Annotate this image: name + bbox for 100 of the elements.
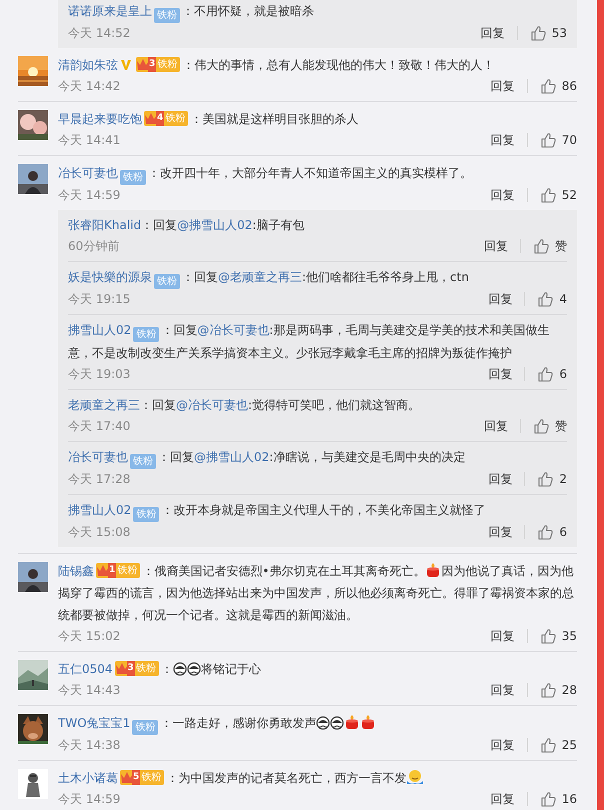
username-link[interactable]: 拂雪山人02 <box>68 503 132 517</box>
comment-text: 拂雪山人02 铁粉 ：回复@冶长可妻也:那是两码事，毛周与美建交是学美的技术和美国做生意，不是改制改变生产关系学搞资本主义。少张冠李戴拿毛主席的招牌为叛徒作掩护 <box>68 322 550 362</box>
reply-link[interactable]: 回复 <box>490 79 528 93</box>
username-link[interactable]: 拂雪山人02 <box>68 323 132 337</box>
like-count: 52 <box>562 187 577 204</box>
reply-link[interactable]: 回复 <box>488 472 526 486</box>
reply-link[interactable]: 回复 <box>480 26 518 40</box>
username-link[interactable]: 陆锡鑫 <box>58 564 94 578</box>
thumbs-up-icon <box>537 291 554 307</box>
like-button[interactable]: 6 <box>525 364 567 384</box>
reply-link[interactable]: 回复 <box>490 738 528 752</box>
username-link[interactable]: 土木小诸葛 <box>58 771 118 785</box>
like-button[interactable]: 16 <box>528 789 577 809</box>
mention-link[interactable]: @拂雪山人02 <box>177 218 252 232</box>
reply-link[interactable]: 回复 <box>484 419 521 433</box>
reply-link[interactable]: 回复 <box>488 367 526 381</box>
mention-link[interactable]: @拂雪山人02 <box>194 450 270 464</box>
reply-link[interactable]: 回复 <box>490 629 528 643</box>
mention-link[interactable]: @老顽童之再三 <box>218 270 302 284</box>
like-count: 4 <box>559 291 567 308</box>
crown-icon <box>114 661 129 676</box>
like-button[interactable]: 53 <box>518 23 567 43</box>
badge-label: 铁粉 <box>135 721 156 735</box>
timestamp: 今天 14:59 <box>58 791 122 808</box>
timestamp: 今天 14:38 <box>58 737 122 754</box>
like-button[interactable]: 赞 <box>521 416 567 436</box>
timestamp: 今天 15:08 <box>68 524 132 541</box>
username-link[interactable]: 张睿阳Khalid <box>68 218 142 232</box>
crown-icon <box>96 563 110 578</box>
thumbs-up-icon <box>537 366 554 382</box>
fan-level: 1 <box>108 563 116 578</box>
username-link[interactable]: 冶长可妻也 <box>68 450 128 464</box>
fan-level: 3 <box>126 661 135 676</box>
like-count: 2 <box>559 471 567 488</box>
username-link[interactable]: 清韵如朱弦 <box>58 58 118 72</box>
username-link[interactable]: 诺诺原来是皇上 <box>68 4 152 18</box>
username-link[interactable]: 五仁0504 <box>58 662 113 676</box>
badge-label: 铁粉 <box>133 455 153 469</box>
fan-level: 4 <box>156 111 164 126</box>
timestamp: 今天 19:15 <box>68 291 132 308</box>
thumbs-up-icon <box>537 524 554 540</box>
like-button[interactable]: 35 <box>528 626 577 646</box>
comment-text: 张睿阳Khalid：回复@拂雪山人02:脑子有包 <box>68 217 306 234</box>
timestamp: 今天 17:28 <box>68 471 132 488</box>
like-count: 35 <box>562 628 577 645</box>
crown-icon <box>136 57 150 72</box>
comment-text: 拂雪山人02 铁粉 ：改开本身就是帝国主义代理人干的，不美化帝国主义就怪了 <box>68 502 486 522</box>
reply-link[interactable]: 回复 <box>490 792 528 806</box>
like-button[interactable]: 25 <box>528 735 577 755</box>
username-link[interactable]: 早晨起来要吃饱 <box>58 112 142 126</box>
badge-label: 铁粉 <box>136 328 156 342</box>
timestamp: 今天 17:40 <box>68 418 132 435</box>
timestamp: 今天 15:02 <box>58 628 122 645</box>
username-link[interactable]: TWO兔宝宝1 <box>58 716 130 730</box>
comment-text: 冶长可妻也 铁粉 ：改开四十年，大部分年青人不知道帝国主义的真实模样了。 <box>58 165 473 185</box>
like-button[interactable]: 6 <box>525 522 567 542</box>
mention-link[interactable]: @冶长可妻也 <box>176 398 248 412</box>
badge-label: 铁粉 <box>136 508 156 522</box>
crown-icon <box>144 111 158 126</box>
thumbs-up-icon <box>530 25 546 41</box>
username-link[interactable]: 老顽童之再三 <box>68 398 140 412</box>
reply-link[interactable]: 回复 <box>488 525 526 539</box>
badge-label: 铁粉 <box>123 171 143 185</box>
like-count: 53 <box>552 25 567 42</box>
like-count: 6 <box>559 366 567 383</box>
comment-text: 陆锡鑫 1 铁粉 ：俄裔美国记者安德烈•弗尔切克在土耳其离奇死亡。 因为他说了真话，因为他揭穿了霉西的谎言，因为他选择站出来为中国发声，所以他必须离奇死亡。得罪了霉祸资本家的总统都要被做掉，何况一个记者。这就是霉西的新闻滋油。 <box>58 561 575 624</box>
timestamp: 今天 14:43 <box>58 682 122 699</box>
comment-text: 土木小诸葛 5 铁粉 ：为中国发声的记者莫名死亡，西方一言不发 <box>58 767 577 789</box>
timestamp: 今天 19:03 <box>68 366 132 383</box>
reply-link[interactable]: 回复 <box>490 683 528 697</box>
like-count: 赞 <box>555 238 567 255</box>
thumbs-up-icon <box>540 682 556 698</box>
like-button[interactable]: 2 <box>525 469 567 489</box>
timestamp: 今天 14:52 <box>68 25 132 42</box>
like-button[interactable]: 4 <box>525 289 567 309</box>
reply-link[interactable]: 回复 <box>490 133 528 147</box>
comment-text: 冶长可妻也 铁粉 ：回复@拂雪山人02:净瞎说，与美建交是毛周中央的决定 <box>68 449 466 469</box>
crown-icon <box>120 770 134 785</box>
like-button[interactable]: 52 <box>528 185 577 205</box>
like-count: 25 <box>562 737 577 754</box>
mention-link[interactable]: @冶长可妻也 <box>197 323 270 337</box>
comment-text: 诺诺原来是皇上 铁粉 ：不用怀疑，就是被暗杀 <box>68 3 315 23</box>
comment-text: 五仁0504 3 铁粉 ： 将铭记于心 <box>58 660 262 678</box>
username-link[interactable]: 冶长可妻也 <box>58 166 118 180</box>
like-count: 赞 <box>555 418 567 435</box>
reply-link[interactable]: 回复 <box>490 188 528 202</box>
thumbs-up-icon <box>540 628 556 644</box>
reply-link[interactable]: 回复 <box>484 239 521 253</box>
like-button[interactable]: 赞 <box>521 236 567 256</box>
reply-link[interactable]: 回复 <box>488 292 526 306</box>
username-link[interactable]: 妖是快樂的源泉 <box>68 270 152 284</box>
timestamp: 今天 14:41 <box>58 132 122 149</box>
badge-label: 铁粉 <box>117 564 138 578</box>
thumbs-up-icon <box>540 187 556 203</box>
like-button[interactable]: 70 <box>528 130 577 150</box>
like-button[interactable]: 28 <box>528 680 577 700</box>
thumbs-up-icon <box>540 78 556 94</box>
timestamp: 60分钟前 <box>68 238 120 255</box>
thumbs-up-icon <box>540 132 556 148</box>
like-button[interactable]: 86 <box>528 76 577 96</box>
